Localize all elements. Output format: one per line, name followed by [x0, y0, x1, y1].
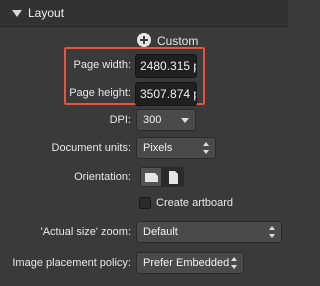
image-placement-label: Image placement policy:: [12, 257, 131, 269]
page-height-label: Page height:: [69, 87, 131, 99]
document-units-value: Pixels: [143, 142, 173, 154]
layout-panel: Layout Custom Page width: 2480.315 p Pag…: [0, 0, 288, 286]
updown-arrows-icon: [231, 257, 237, 269]
landscape-button[interactable]: [140, 167, 162, 187]
create-artboard-checkbox[interactable]: [139, 197, 151, 209]
image-placement-select[interactable]: Prefer Embedded: [136, 252, 244, 274]
page-width-label: Page width:: [73, 59, 131, 71]
create-artboard-label[interactable]: Create artboard: [156, 197, 233, 209]
page-height-input[interactable]: 3507.874 p: [135, 82, 197, 106]
portrait-button[interactable]: [162, 167, 184, 187]
actual-size-zoom-select[interactable]: Default: [136, 221, 282, 243]
collapse-triangle-icon[interactable]: [12, 10, 22, 17]
portrait-page-icon: [169, 171, 178, 184]
panel-title: Layout: [28, 6, 65, 20]
chevron-down-icon: [181, 118, 189, 123]
dpi-label: DPI:: [109, 114, 131, 126]
landscape-page-icon: [145, 173, 158, 182]
document-units-label: Document units:: [51, 142, 131, 154]
actual-size-zoom-value: Default: [143, 226, 178, 238]
updown-arrows-icon: [269, 226, 275, 238]
actual-size-zoom-label: 'Actual size' zoom:: [40, 226, 131, 238]
document-units-select[interactable]: Pixels: [136, 137, 216, 159]
custom-preset-label[interactable]: Custom: [157, 34, 198, 48]
orientation-label: Orientation:: [74, 171, 131, 183]
page-width-input[interactable]: 2480.315 p: [135, 54, 197, 78]
image-placement-value: Prefer Embedded: [143, 257, 230, 269]
add-preset-icon[interactable]: [137, 33, 151, 47]
dpi-value: 300: [143, 114, 162, 126]
updown-arrows-icon: [203, 142, 209, 154]
dpi-select[interactable]: 300: [136, 109, 196, 131]
panel-header[interactable]: Layout: [0, 0, 288, 27]
